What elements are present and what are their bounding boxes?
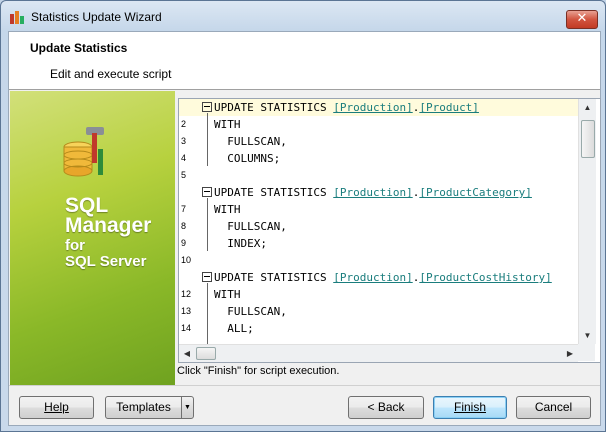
horizontal-scrollbar[interactable]: ◀ ▶ [179, 344, 578, 362]
title-bar[interactable]: Statistics Update Wizard ✕ [1, 1, 605, 32]
code-text: ALL; [214, 322, 254, 335]
script-editor[interactable]: UPDATE STATISTICS [Production].[Product]… [178, 98, 601, 363]
scroll-up-icon[interactable]: ▲ [579, 99, 596, 116]
code-keyword: UPDATE STATISTICS [214, 271, 327, 284]
code-text: FULLSCAN, [214, 305, 287, 318]
code-identifier: [Product] [419, 101, 479, 114]
wizard-window: Statistics Update Wizard ✕ Update Statis… [0, 0, 606, 432]
window-title: Statistics Update Wizard [31, 10, 162, 24]
line-number: 5 [181, 170, 187, 180]
line-number: 9 [181, 238, 187, 248]
script-code-area[interactable]: UPDATE STATISTICS [Production].[Product]… [179, 99, 578, 344]
code-identifier: [Production] [333, 101, 413, 114]
brand-line-4: SQL Server [65, 253, 147, 270]
back-button[interactable]: < Back [348, 396, 424, 419]
database-tools-icon [63, 127, 104, 177]
fold-toggle-icon[interactable] [202, 187, 212, 197]
code-text: WITH [214, 203, 241, 216]
help-button-label: Help [44, 400, 69, 414]
code-text: WITH [214, 118, 241, 131]
finish-button-label: Finish [453, 400, 486, 414]
fold-toggle-icon[interactable] [202, 102, 212, 112]
brand-line-3: for [65, 237, 85, 254]
scroll-left-icon[interactable]: ◀ [181, 345, 193, 362]
scroll-down-icon[interactable]: ▼ [579, 327, 596, 344]
wizard-header: Update Statistics Edit and execute scrip… [9, 32, 600, 90]
code-line: 14 ALL; [179, 320, 578, 337]
templates-button[interactable]: Templates [105, 396, 182, 419]
help-button[interactable]: Help [19, 396, 94, 419]
line-number: 3 [181, 136, 187, 146]
code-line: 13 FULLSCAN, [179, 303, 578, 320]
fold-toggle-icon[interactable] [202, 272, 212, 282]
finish-button[interactable]: Finish [433, 396, 507, 419]
code-identifier: [Production] [333, 271, 413, 284]
brand-panel: SQL Manager for SQL Server [10, 91, 175, 385]
code-line: 8 FULLSCAN, [179, 218, 578, 235]
page-subtitle: Edit and execute script [50, 67, 172, 81]
code-text: FULLSCAN, [214, 220, 287, 233]
brand-line-1: SQL [65, 194, 109, 217]
code-line: UPDATE STATISTICS [Production].[Product] [179, 99, 578, 116]
code-identifier: [ProductCostHistory] [419, 271, 552, 284]
code-line: 3 FULLSCAN, [179, 133, 578, 150]
cancel-button-label: Cancel [534, 400, 573, 414]
close-button[interactable]: ✕ [566, 10, 598, 29]
templates-button-label: Templates [116, 400, 171, 414]
code-line: 7 WITH [179, 201, 578, 218]
code-text: WITH [214, 288, 241, 301]
line-number: 7 [181, 204, 187, 214]
wizard-client: Update Statistics Edit and execute scrip… [8, 31, 601, 426]
horizontal-scroll-thumb[interactable] [196, 347, 216, 360]
line-number: 13 [181, 306, 192, 316]
line-number: 8 [181, 221, 187, 231]
line-number: 4 [181, 153, 187, 163]
code-identifier: [Production] [333, 186, 413, 199]
code-line: 5 [179, 167, 578, 184]
scrollbar-corner [578, 344, 595, 361]
templates-dropdown-icon[interactable]: ▼ [181, 396, 194, 419]
line-number: 14 [181, 323, 192, 333]
code-text: COLUMNS; [214, 152, 281, 165]
code-line: 10 [179, 252, 578, 269]
app-icon [10, 11, 24, 24]
code-keyword: UPDATE STATISTICS [214, 186, 327, 199]
line-number: 12 [181, 289, 192, 299]
code-line: 4 COLUMNS; [179, 150, 578, 167]
code-text: FULLSCAN, [214, 135, 287, 148]
scroll-right-icon[interactable]: ▶ [564, 345, 576, 362]
brand-line-2: Manager [65, 214, 152, 237]
cancel-button[interactable]: Cancel [516, 396, 591, 419]
line-number: 10 [181, 255, 192, 265]
status-text: Click "Finish" for script execution. [177, 365, 340, 377]
code-line: UPDATE STATISTICS [Production].[ProductC… [179, 184, 578, 201]
code-identifier: [ProductCategory] [419, 186, 532, 199]
code-line: 9 INDEX; [179, 235, 578, 252]
page-title: Update Statistics [30, 41, 128, 55]
back-button-label: < Back [367, 400, 405, 414]
vertical-scrollbar[interactable]: ▲ ▼ [578, 99, 596, 344]
code-line: 12 WITH [179, 286, 578, 303]
code-keyword: UPDATE STATISTICS [214, 101, 327, 114]
vertical-scroll-thumb[interactable] [581, 120, 595, 158]
code-line: 2 WITH [179, 116, 578, 133]
line-number: 2 [181, 119, 187, 129]
code-text: INDEX; [214, 237, 267, 250]
footer-divider [9, 385, 600, 386]
code-line: UPDATE STATISTICS [Production].[ProductC… [179, 269, 578, 286]
